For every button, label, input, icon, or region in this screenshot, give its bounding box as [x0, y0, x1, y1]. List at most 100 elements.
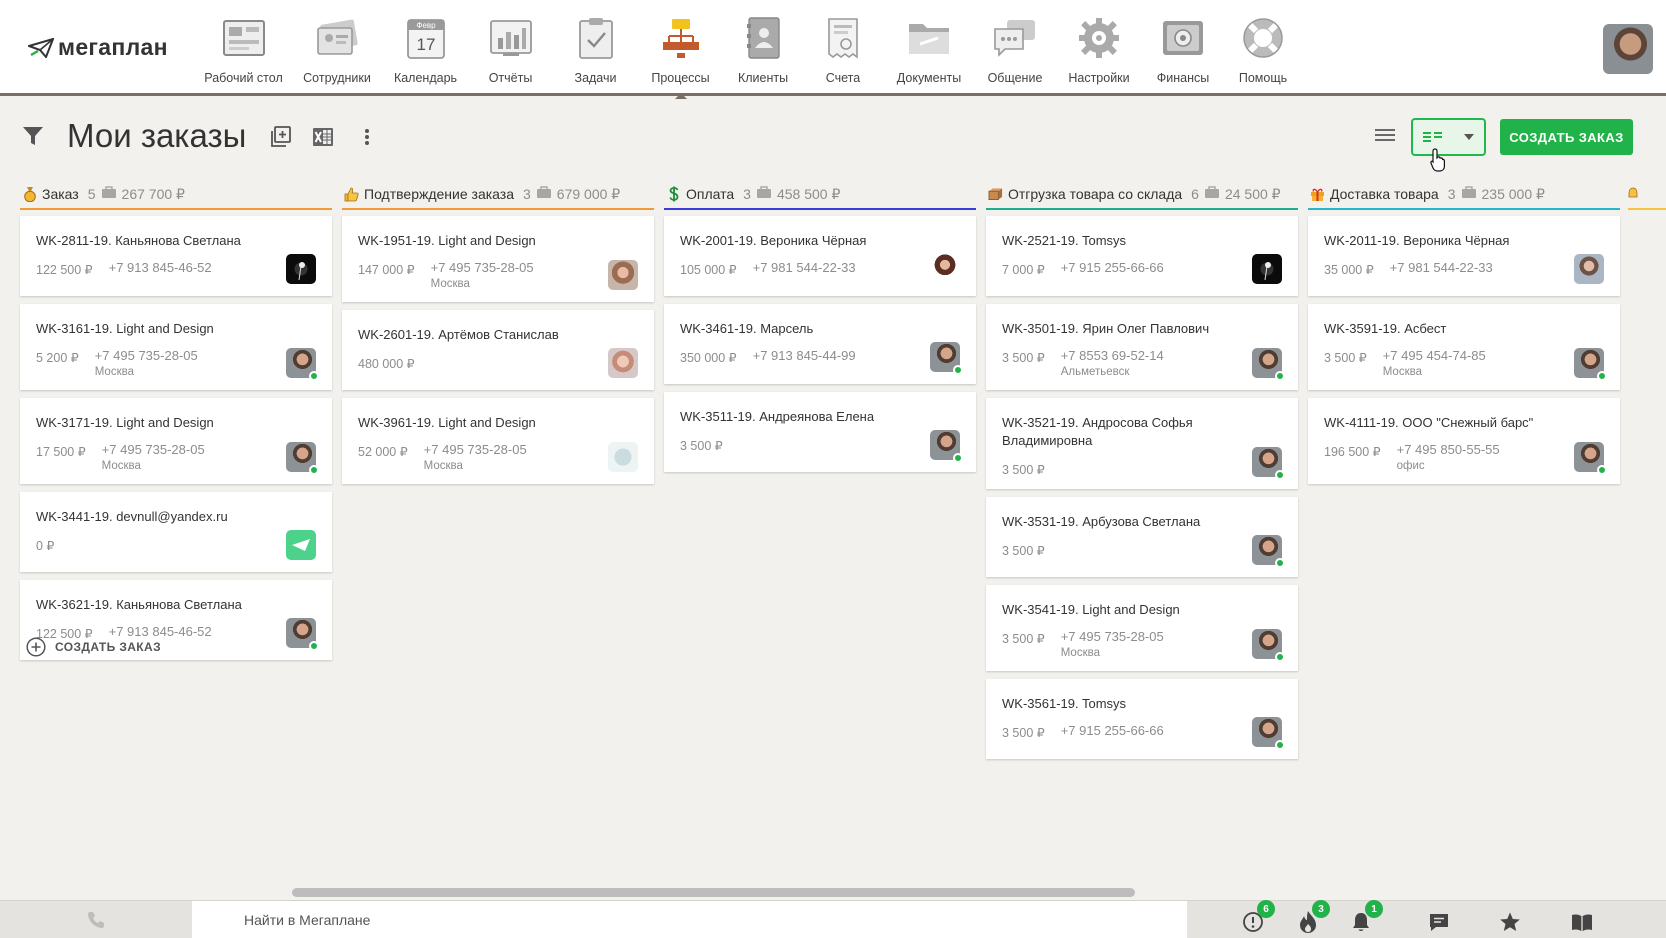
column-header[interactable]: Заказ 5 267 700 ₽: [20, 180, 332, 210]
card-avatar[interactable]: [608, 348, 638, 378]
card-title[interactable]: WK-3591-19. Асбест: [1324, 320, 1604, 338]
order-card[interactable]: WK-3171-19. Light and Design 17 500 ₽ +7…: [20, 398, 332, 484]
global-search-input[interactable]: [192, 901, 1187, 938]
card-phone[interactable]: +7 495 735-28-05: [424, 442, 527, 457]
card-phone[interactable]: +7 495 850-55-55: [1397, 442, 1500, 457]
alerts-icon[interactable]: 6: [1240, 900, 1275, 935]
card-title[interactable]: WK-2521-19. Tomsys: [1002, 232, 1282, 250]
card-title[interactable]: WK-1951-19. Light and Design: [358, 232, 638, 250]
card-title[interactable]: WK-2811-19. Каньянова Светлана: [36, 232, 316, 250]
card-phone[interactable]: +7 8553 69-52-14: [1061, 348, 1164, 363]
nav-item-finance[interactable]: Финансы: [1143, 0, 1223, 96]
card-title[interactable]: WK-2601-19. Артёмов Станислав: [358, 326, 638, 344]
order-card[interactable]: WK-1951-19. Light and Design 147 000 ₽ +…: [342, 216, 654, 302]
nav-item-help[interactable]: Помощь: [1223, 0, 1303, 96]
card-phone[interactable]: +7 495 454-74-85: [1383, 348, 1486, 363]
nav-item-tasks[interactable]: Задачи: [553, 0, 638, 96]
order-card[interactable]: WK-3521-19. Андросова Софья Владимировна…: [986, 398, 1298, 489]
card-phone[interactable]: +7 495 735-28-05: [1061, 629, 1164, 644]
order-card[interactable]: WK-3441-19. devnull@yandex.ru 0 ₽: [20, 492, 332, 572]
order-card[interactable]: WK-3501-19. Ярин Олег Павлович 3 500 ₽ +…: [986, 304, 1298, 390]
card-phone[interactable]: +7 981 544-22-33: [753, 260, 856, 275]
nav-item-reports[interactable]: Отчёты: [468, 0, 553, 96]
card-avatar[interactable]: [1252, 629, 1285, 662]
nav-item-desktop[interactable]: Рабочий стол: [196, 0, 291, 96]
create-order-button[interactable]: СОЗДАТЬ ЗАКАЗ: [1500, 119, 1633, 155]
card-phone[interactable]: +7 915 255-66-66: [1061, 260, 1164, 275]
card-avatar[interactable]: [1252, 447, 1285, 480]
card-phone[interactable]: +7 915 255-66-66: [1061, 723, 1164, 738]
column-header[interactable]: Оплата 3 458 500 ₽: [664, 180, 976, 210]
favorites-star-icon[interactable]: [1497, 909, 1523, 935]
card-title[interactable]: WK-3171-19. Light and Design: [36, 414, 316, 432]
add-order-button[interactable]: СОЗДАТЬ ЗАКАЗ: [26, 637, 161, 657]
megaplan-logo[interactable]: мегаплан: [28, 34, 168, 61]
card-title[interactable]: WK-2001-19. Вероника Чёрная: [680, 232, 960, 250]
column-header[interactable]: Подтверждение заказа 3 679 000 ₽: [342, 180, 654, 210]
card-avatar[interactable]: [1252, 535, 1285, 568]
card-title[interactable]: WK-3541-19. Light and Design: [1002, 601, 1282, 619]
hot-fire-icon[interactable]: 3: [1295, 900, 1330, 935]
order-card[interactable]: WK-3561-19. Tomsys 3 500 ₽ +7 915 255-66…: [986, 679, 1298, 759]
phone-button[interactable]: [0, 901, 192, 938]
card-title[interactable]: WK-3161-19. Light and Design: [36, 320, 316, 338]
nav-item-invoices[interactable]: Счета: [803, 0, 883, 96]
order-card[interactable]: WK-3531-19. Арбузова Светлана 3 500 ₽: [986, 497, 1298, 577]
nav-item-calendar[interactable]: Февр 17 Календарь: [383, 0, 468, 96]
order-card[interactable]: WK-4111-19. ООО "Снежный барс" 196 500 ₽…: [1308, 398, 1620, 484]
nav-item-processes[interactable]: Процессы: [638, 0, 723, 99]
card-title[interactable]: WK-3461-19. Марсель: [680, 320, 960, 338]
order-card[interactable]: WK-2811-19. Каньянова Светлана 122 500 ₽…: [20, 216, 332, 296]
card-avatar[interactable]: [930, 342, 963, 375]
filter-icon[interactable]: [22, 126, 44, 151]
card-phone[interactable]: +7 981 544-22-33: [1390, 260, 1493, 275]
card-avatar[interactable]: [1252, 717, 1285, 750]
help-book-icon[interactable]: [1569, 909, 1595, 935]
card-phone[interactable]: +7 495 735-28-05: [431, 260, 534, 275]
nav-item-clients[interactable]: Клиенты: [723, 0, 803, 96]
notifications-bell-icon[interactable]: 1: [1348, 900, 1383, 935]
order-card[interactable]: WK-2601-19. Артёмов Станислав 480 000 ₽: [342, 310, 654, 390]
card-title[interactable]: WK-3441-19. devnull@yandex.ru: [36, 508, 316, 526]
card-phone[interactable]: +7 913 845-44-99: [753, 348, 856, 363]
order-card[interactable]: WK-3541-19. Light and Design 3 500 ₽ +7 …: [986, 585, 1298, 671]
card-title[interactable]: WK-3961-19. Light and Design: [358, 414, 638, 432]
user-avatar[interactable]: [1603, 24, 1653, 74]
order-card[interactable]: WK-3591-19. Асбест 3 500 ₽ +7 495 454-74…: [1308, 304, 1620, 390]
kanban-view-dropdown[interactable]: [1411, 118, 1486, 156]
card-phone[interactable]: +7 913 845-46-52: [109, 260, 212, 275]
card-title[interactable]: WK-4111-19. ООО "Снежный барс": [1324, 414, 1604, 432]
nav-item-employees[interactable]: Сотрудники: [291, 0, 383, 96]
column-header[interactable]: Доставка товара 3 235 000 ₽: [1308, 180, 1620, 210]
card-avatar[interactable]: [930, 254, 960, 284]
card-title[interactable]: WK-3531-19. Арбузова Светлана: [1002, 513, 1282, 531]
order-card[interactable]: WK-2011-19. Вероника Чёрная 35 000 ₽ +7 …: [1308, 216, 1620, 296]
card-avatar[interactable]: [1574, 348, 1607, 381]
list-view-icon[interactable]: [1375, 128, 1395, 147]
card-phone[interactable]: +7 495 735-28-05: [102, 442, 205, 457]
card-avatar[interactable]: [286, 254, 316, 284]
card-avatar[interactable]: [1252, 348, 1285, 381]
card-phone[interactable]: +7 495 735-28-05: [95, 348, 198, 363]
order-card[interactable]: WK-3161-19. Light and Design 5 200 ₽ +7 …: [20, 304, 332, 390]
messages-icon[interactable]: [1426, 909, 1452, 935]
card-avatar[interactable]: [1252, 254, 1282, 284]
card-title[interactable]: WK-3621-19. Каньянова Светлана: [36, 596, 316, 614]
nav-item-chat[interactable]: Общение: [975, 0, 1055, 96]
horizontal-scrollbar[interactable]: [292, 888, 1135, 897]
order-card[interactable]: WK-2521-19. Tomsys 7 000 ₽ +7 915 255-66…: [986, 216, 1298, 296]
order-card[interactable]: WK-3961-19. Light and Design 52 000 ₽ +7…: [342, 398, 654, 484]
nav-item-documents[interactable]: Документы: [883, 0, 975, 96]
card-avatar[interactable]: [930, 430, 963, 463]
excel-export-icon[interactable]: [311, 125, 335, 149]
card-title[interactable]: WK-3521-19. Андросова Софья Владимировна: [1002, 414, 1282, 450]
card-title[interactable]: WK-3501-19. Ярин Олег Павлович: [1002, 320, 1282, 338]
order-card[interactable]: WK-3511-19. Андреянова Елена 3 500 ₽: [664, 392, 976, 472]
copy-add-icon[interactable]: [268, 125, 292, 149]
card-avatar[interactable]: [1574, 254, 1604, 284]
card-avatar[interactable]: [608, 260, 638, 290]
card-avatar[interactable]: [286, 348, 319, 381]
nav-item-settings[interactable]: Настройки: [1055, 0, 1143, 96]
card-avatar[interactable]: [286, 530, 316, 560]
card-avatar[interactable]: [286, 442, 319, 475]
